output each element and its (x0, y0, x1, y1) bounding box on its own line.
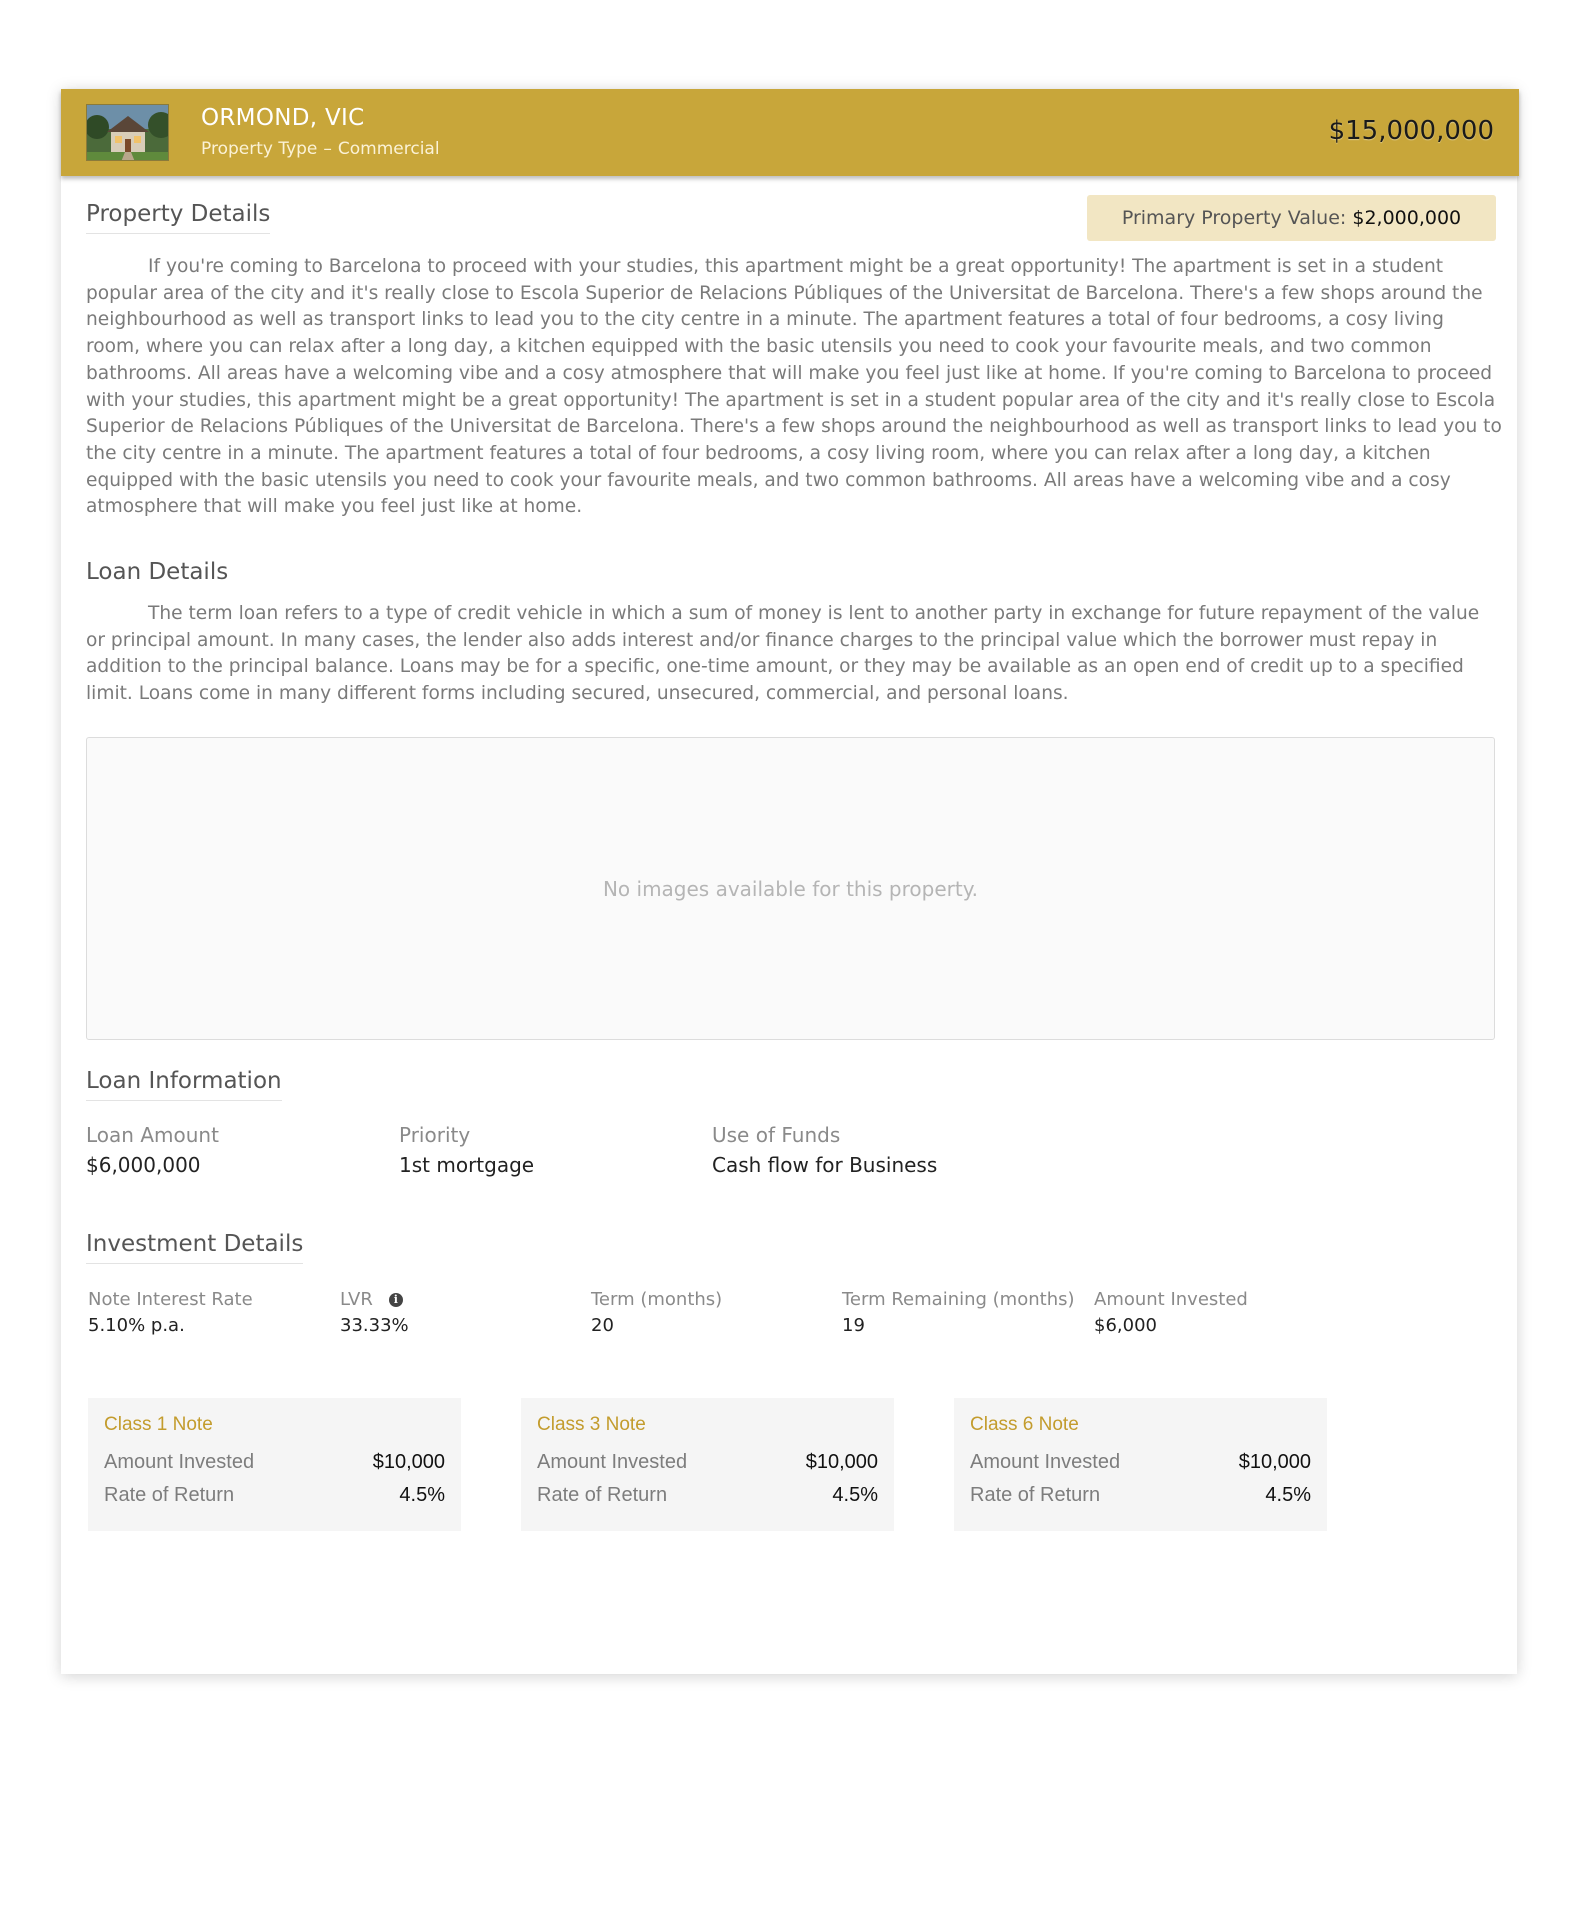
note-amount-label: Amount Invested (537, 1451, 688, 1473)
note-rate-value: 4.5% (832, 1484, 878, 1506)
lvr-label: LVR (340, 1289, 373, 1310)
primary-value: $2,000,000 (1352, 207, 1462, 229)
info-icon[interactable]: i (388, 1292, 403, 1307)
note-card-class-6[interactable]: Class 6 Note Amount Invested $10,000 Rat… (954, 1398, 1327, 1531)
field-label: Use of Funds (712, 1123, 841, 1147)
note-rate-value: 4.5% (1265, 1484, 1311, 1506)
field-value: 19 (842, 1315, 865, 1336)
loan-amount-field: Loan Amount $6,000,000 (86, 1123, 219, 1177)
field-label: LVR i (340, 1289, 409, 1310)
term-field: Term (months) 20 (591, 1289, 722, 1336)
loan-details-title: Loan Details (86, 559, 229, 585)
field-label: Amount Invested (1094, 1289, 1248, 1310)
note-rate-value: 4.5% (399, 1484, 445, 1506)
primary-property-value-badge: Primary Property Value: $2,000,000 (1087, 195, 1496, 241)
field-value: 5.10% p.a. (88, 1315, 185, 1336)
use-of-funds-field: Use of Funds Cash flow for Business (712, 1123, 937, 1177)
field-value: $6,000 (1094, 1315, 1157, 1336)
note-rate-label: Rate of Return (970, 1484, 1101, 1506)
property-location: ORMOND, VIC (201, 105, 365, 131)
primary-value-label: Primary Property Value: (1121, 207, 1347, 229)
loan-description: The term loan refers to a type of credit… (86, 603, 1480, 705)
field-value: 1st mortgage (399, 1153, 535, 1177)
note-amount-row: Amount Invested $10,000 (104, 1451, 445, 1474)
property-header: ORMOND, VIC Property Type – Commercial $15… (61, 89, 1519, 176)
note-title: Class 1 Note (104, 1414, 213, 1435)
investment-details-title: Investment Details (86, 1231, 304, 1264)
note-rate-row: Rate of Return 4.5% (104, 1484, 445, 1507)
image-gallery-empty: No images available for this property. (86, 737, 1495, 1040)
field-value: Cash flow for Business (712, 1153, 938, 1177)
property-description: If you're coming to Barcelona to proceed… (86, 256, 1502, 518)
amount-invested-field: Amount Invested $6,000 (1094, 1289, 1248, 1336)
field-label: Term (months) (591, 1289, 723, 1310)
note-amount-row: Amount Invested $10,000 (970, 1451, 1311, 1474)
property-type-value: Commercial (337, 139, 440, 159)
field-value: 20 (591, 1315, 614, 1336)
field-label: Priority (399, 1123, 471, 1147)
note-interest-rate-field: Note Interest Rate 5.10% p.a. (88, 1289, 253, 1336)
property-card: ORMOND, VIC Property Type – Commercial $15… (61, 89, 1519, 1674)
note-title: Class 6 Note (970, 1414, 1079, 1435)
note-amount-label: Amount Invested (970, 1451, 1121, 1473)
field-value: 33.33% (340, 1315, 409, 1336)
note-card-class-1[interactable]: Class 1 Note Amount Invested $10,000 Rat… (88, 1398, 461, 1531)
note-rate-row: Rate of Return 4.5% (537, 1484, 878, 1507)
no-images-message: No images available for this property. (602, 876, 979, 901)
note-amount-row: Amount Invested $10,000 (537, 1451, 878, 1474)
field-label: Loan Amount (86, 1123, 219, 1147)
property-details-title: Property Details (86, 201, 271, 234)
note-title: Class 3 Note (537, 1414, 646, 1435)
field-label: Note Interest Rate (88, 1289, 253, 1310)
loan-information-title: Loan Information (86, 1068, 282, 1101)
property-type: Property Type – Commercial (201, 139, 440, 159)
term-remaining-field: Term Remaining (months) 19 (842, 1289, 1075, 1336)
house-photo-icon[interactable] (86, 104, 169, 161)
note-rate-row: Rate of Return 4.5% (970, 1484, 1311, 1507)
note-amount-label: Amount Invested (104, 1451, 255, 1473)
field-value: $6,000,000 (86, 1153, 201, 1177)
note-amount-value: $10,000 (805, 1451, 878, 1473)
note-amount-value: $10,000 (1238, 1451, 1311, 1473)
note-card-class-3[interactable]: Class 3 Note Amount Invested $10,000 Rat… (521, 1398, 894, 1531)
lvr-field: LVR i 33.33% (340, 1289, 409, 1336)
separator-dash: – (323, 139, 332, 159)
note-amount-value: $10,000 (372, 1451, 445, 1473)
note-rate-label: Rate of Return (537, 1484, 668, 1506)
property-price: $15,000,000 (1328, 116, 1494, 146)
property-type-label: Property Type (201, 139, 318, 159)
priority-field: Priority 1st mortgage (399, 1123, 534, 1177)
note-rate-label: Rate of Return (104, 1484, 235, 1506)
field-label: Term Remaining (months) (842, 1289, 1075, 1310)
